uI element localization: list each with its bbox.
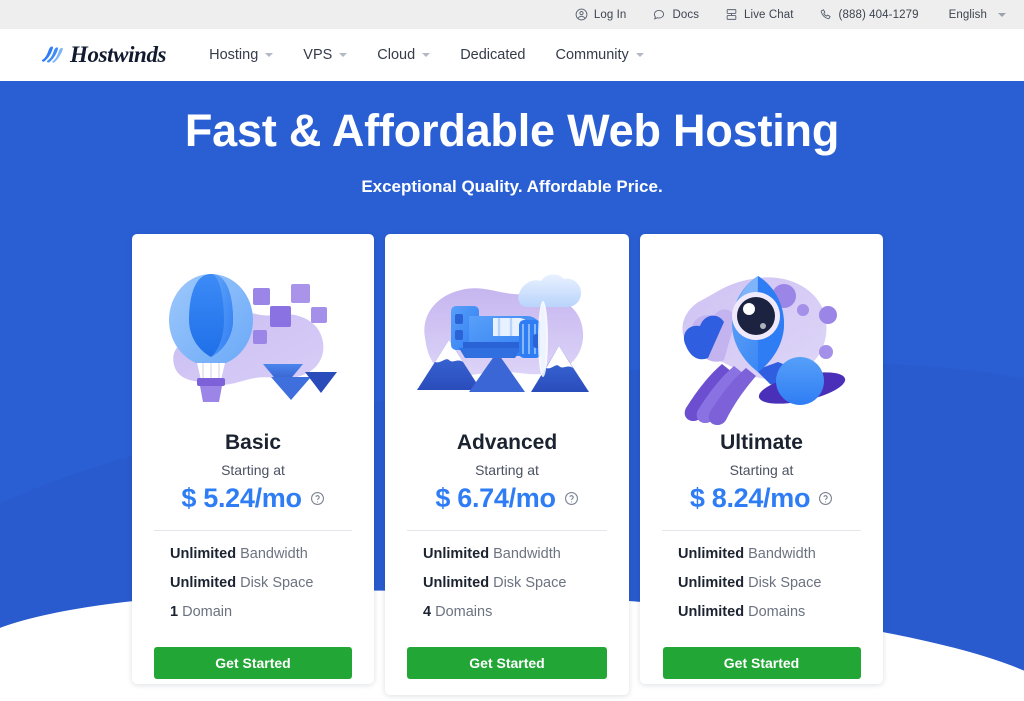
docs-icon (652, 8, 666, 21)
language-selector[interactable]: English (949, 9, 1006, 21)
feature-label: Bandwidth (748, 546, 816, 562)
nav-links: Hosting VPS Cloud Dedicated Community (209, 47, 674, 63)
plan-name: Basic (224, 431, 282, 454)
phone-link[interactable]: (888) 404-1279 (820, 8, 919, 21)
docs-link[interactable]: Docs (652, 8, 699, 21)
feature-label: Domains (748, 603, 806, 620)
phone-number-label: (888) 404-1279 (838, 8, 919, 21)
nav-item-community-label: Community (555, 47, 629, 63)
airplane-illustration (407, 260, 607, 425)
feature-value: Unlimited (170, 574, 237, 591)
site-logo[interactable]: Hostwinds (40, 42, 167, 68)
feature-item: Unlimited Bandwidth (170, 546, 346, 563)
nav-item-dedicated-label: Dedicated (460, 47, 526, 63)
plan-price: $ 5.24/mo (181, 483, 302, 513)
feature-list: Unlimited Bandwidth Unlimited Disk Space… (407, 531, 607, 634)
price-row: $ 8.24/mo (690, 483, 833, 514)
feature-label: Bandwidth (493, 546, 561, 562)
feature-item: Unlimited Disk Space (170, 574, 346, 592)
feature-value: 4 (423, 603, 432, 620)
feature-item: Unlimited Disk Space (678, 574, 855, 592)
pricing-card-advanced[interactable]: Advanced Starting at $ 6.74/mo Unlimited… (385, 234, 629, 695)
plan-price: $ 8.24/mo (689, 483, 811, 513)
rocket-illustration (662, 260, 862, 425)
nav-item-community[interactable]: Community (555, 47, 644, 63)
nav-item-cloud-label: Cloud (377, 47, 416, 63)
logo-wordmark: Hostwinds (70, 42, 167, 67)
feature-item: Unlimited Bandwidth (678, 546, 855, 563)
help-circle-icon[interactable] (310, 491, 325, 506)
user-circle-icon (575, 8, 588, 21)
feature-value: 1 (170, 603, 179, 620)
nav-item-hosting[interactable]: Hosting (209, 47, 274, 63)
nav-item-hosting-label: Hosting (209, 47, 259, 63)
pricing-card-ultimate[interactable]: Ultimate Starting at $ 8.24/mo Unlimited… (640, 234, 883, 684)
feature-value: Unlimited (423, 546, 490, 562)
feature-label: Domain (182, 603, 233, 620)
plan-name: Advanced (456, 431, 558, 454)
price-row: $ 5.24/mo (181, 483, 324, 514)
login-link[interactable]: Log In (575, 8, 627, 21)
hostwinds-wave-icon (40, 43, 66, 67)
feature-item: 4 Domains (423, 603, 601, 621)
feature-label: Disk Space (240, 574, 314, 591)
feature-value: Unlimited (678, 546, 745, 562)
feature-item: 1 Domain (170, 603, 346, 621)
feature-item: Unlimited Bandwidth (423, 546, 601, 563)
feature-value: Unlimited (678, 574, 745, 591)
nav-item-vps-label: VPS (303, 47, 333, 63)
chevron-down-icon (635, 53, 644, 57)
nav-item-vps[interactable]: VPS (303, 47, 348, 63)
feature-value: Unlimited (678, 603, 745, 620)
starting-at-label: Starting at (475, 462, 539, 478)
phone-icon (820, 8, 833, 21)
help-circle-icon[interactable] (818, 491, 833, 506)
plan-price: $ 6.74/mo (435, 483, 556, 513)
starting-at-label: Starting at (729, 462, 794, 478)
chevron-down-icon (422, 53, 431, 57)
feature-item: Unlimited Disk Space (423, 574, 601, 592)
pricing-card-basic[interactable]: Basic Starting at $ 5.24/mo Unlimited Ba… (132, 234, 374, 684)
chevron-down-icon (998, 13, 1006, 17)
feature-item: Unlimited Domains (678, 603, 855, 621)
get-started-button[interactable]: Get Started (154, 646, 352, 679)
login-label: Log In (593, 8, 627, 21)
language-label: English (948, 8, 987, 21)
live-chat-label: Live Chat (744, 8, 794, 21)
get-started-button[interactable]: Get Started (662, 646, 861, 679)
feature-value: Unlimited (423, 574, 490, 591)
feature-value: Unlimited (170, 546, 237, 562)
feature-label: Disk Space (748, 574, 822, 591)
chevron-down-icon (265, 53, 274, 57)
live-chat-icon (725, 8, 738, 21)
starting-at-label: Starting at (221, 462, 285, 478)
plan-name: Ultimate (720, 431, 803, 454)
live-chat-link[interactable]: Live Chat (725, 8, 793, 21)
hero-subtitle: Exceptional Quality. Affordable Price. (361, 177, 663, 196)
chevron-down-icon (339, 53, 348, 57)
feature-list: Unlimited Bandwidth Unlimited Disk Space… (154, 531, 352, 634)
hot-air-balloon-illustration (153, 260, 353, 425)
main-nav: Hostwinds Hosting VPS Cloud Dedicated Co… (0, 29, 1024, 81)
feature-list: Unlimited Bandwidth Unlimited Disk Space… (662, 531, 861, 634)
price-row: $ 6.74/mo (435, 483, 578, 514)
feature-label: Bandwidth (240, 546, 308, 562)
get-started-button[interactable]: Get Started (407, 646, 607, 679)
page-root: Log In Docs Live Chat (888) 404-1279 Eng… (0, 0, 1024, 701)
utility-bar: Log In Docs Live Chat (888) 404-1279 Eng… (0, 0, 1024, 29)
nav-item-cloud[interactable]: Cloud (377, 47, 431, 63)
feature-label: Domains (435, 603, 493, 620)
docs-label: Docs (672, 8, 700, 21)
help-circle-icon[interactable] (564, 491, 579, 506)
page-title: Fast & Affordable Web Hosting (184, 105, 840, 156)
feature-label: Disk Space (493, 574, 567, 591)
nav-item-dedicated[interactable]: Dedicated (460, 47, 525, 63)
